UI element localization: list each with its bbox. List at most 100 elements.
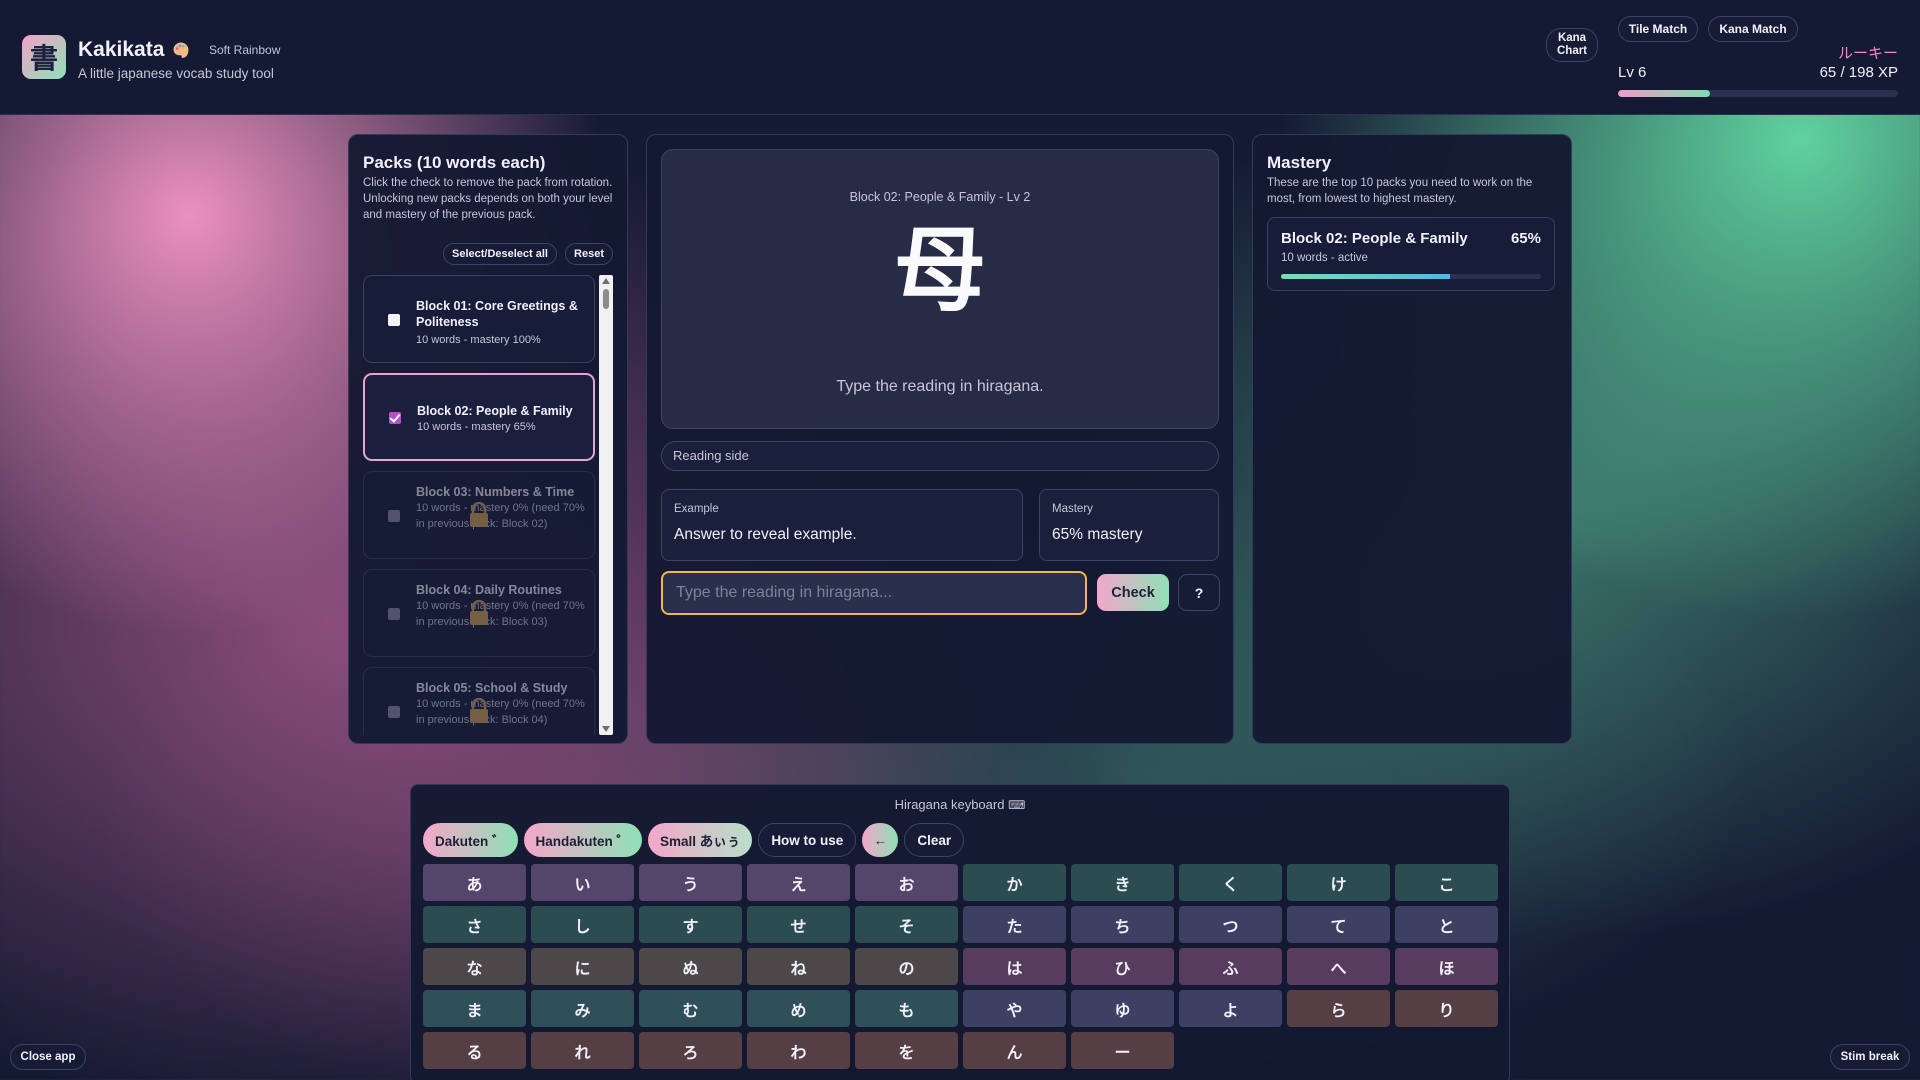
mastery-item-progress-fill (1281, 274, 1450, 279)
rank-label: ルーキー (1837, 45, 1898, 62)
pack-list[interactable]: Block 01: Core Greetings & Politeness 10… (363, 275, 595, 735)
pack-name: Block 05: School & Study (416, 681, 568, 695)
dakuten-button[interactable]: Dakuten ゛ (423, 823, 518, 857)
kana-key[interactable]: も (855, 990, 958, 1027)
pack-name: Block 02: People & Family (417, 404, 573, 418)
kana-key[interactable]: め (747, 990, 850, 1027)
xp-label: 65 / 198 XP (1819, 64, 1898, 81)
kana-key[interactable]: ま (423, 990, 526, 1027)
flash-card: Block 02: People & Family - Lv 2 母 Type … (661, 149, 1219, 429)
kana-key[interactable]: あ (423, 864, 526, 901)
help-button[interactable]: ? (1178, 574, 1220, 611)
kana-key[interactable]: る (423, 1032, 526, 1069)
pack-checkbox[interactable] (388, 314, 400, 326)
kana-key[interactable]: ゆ (1071, 990, 1174, 1027)
reset-button[interactable]: Reset (565, 243, 613, 265)
kana-key[interactable]: し (531, 906, 634, 943)
small-kana-button[interactable]: Small あぃぅ (648, 823, 753, 857)
kana-key[interactable]: そ (855, 906, 958, 943)
how-to-use-button[interactable]: How to use (758, 823, 857, 857)
backspace-button[interactable]: ← (862, 823, 899, 857)
kana-key[interactable]: む (639, 990, 742, 1027)
kana-key[interactable]: こ (1395, 864, 1498, 901)
palette-icon[interactable] (172, 41, 190, 59)
kana-key[interactable]: か (963, 864, 1066, 901)
scroll-down-arrow-icon[interactable] (602, 726, 610, 732)
kana-key[interactable]: い (531, 864, 634, 901)
kana-key[interactable]: け (1287, 864, 1390, 901)
kana-match-button[interactable]: Kana Match (1708, 16, 1798, 42)
pack-checkbox[interactable] (389, 412, 401, 424)
kana-chart-button[interactable]: Kana Chart (1546, 28, 1598, 62)
kana-key[interactable]: よ (1179, 990, 1282, 1027)
app-title: Kakikata (78, 38, 165, 61)
level-label: Lv 6 (1618, 64, 1647, 81)
kana-key[interactable]: さ (423, 906, 526, 943)
clear-button[interactable]: Clear (904, 823, 965, 857)
mastery-item-percent: 65% (1510, 230, 1541, 247)
stim-break-button[interactable]: Stim break (1830, 1044, 1910, 1070)
kana-key[interactable]: え (747, 864, 850, 901)
app-subtitle: A little japanese vocab study tool (78, 66, 274, 81)
kana-key[interactable]: に (531, 948, 634, 985)
kana-key[interactable]: て (1287, 906, 1390, 943)
study-panel: Block 02: People & Family - Lv 2 母 Type … (646, 134, 1234, 744)
keyboard-toolbar: Dakuten ゛ Handakuten ゜ Small あぃぅ How to … (423, 823, 965, 857)
mastery-description: These are the top 10 packs you need to w… (1267, 177, 1533, 205)
scroll-up-arrow-icon[interactable] (602, 278, 610, 284)
answer-input[interactable] (661, 571, 1087, 615)
kana-key[interactable]: ら (1287, 990, 1390, 1027)
pack-item-block-05: Block 05: School & Study 10 words - mast… (363, 667, 595, 735)
example-value: Answer to reveal example. (674, 526, 857, 543)
pack-list-scrollbar[interactable] (599, 275, 613, 735)
kana-key[interactable]: ほ (1395, 948, 1498, 985)
kana-key[interactable]: ね (747, 948, 850, 985)
close-app-button[interactable]: Close app (10, 1044, 86, 1070)
theme-name[interactable]: Soft Rainbow (209, 43, 280, 57)
kana-key[interactable]: へ (1287, 948, 1390, 985)
tile-match-button[interactable]: Tile Match (1618, 16, 1698, 42)
kana-key[interactable]: ん (963, 1032, 1066, 1069)
check-button[interactable]: Check (1097, 574, 1169, 611)
kana-key[interactable]: ち (1071, 906, 1174, 943)
kana-key[interactable]: は (963, 948, 1066, 985)
kana-key[interactable]: ひ (1071, 948, 1174, 985)
kana-key[interactable]: な (423, 948, 526, 985)
keyboard-title: Hiragana keyboard ⌨ (411, 797, 1509, 812)
kana-key[interactable]: せ (747, 906, 850, 943)
handakuten-button[interactable]: Handakuten ゜ (523, 823, 643, 857)
pack-item-block-02[interactable]: Block 02: People & Family 10 words - mas… (363, 373, 595, 461)
mastery-list-item: Block 02: People & Family 65% 10 words -… (1267, 217, 1555, 291)
packs-title: Packs (10 words each) (363, 153, 546, 172)
top-bar: 書 Kakikata Soft Rainbow A little japanes… (0, 0, 1920, 115)
kana-key[interactable]: り (1395, 990, 1498, 1027)
kana-key[interactable]: み (531, 990, 634, 1027)
pack-name: Block 01: Core Greetings & Politeness (416, 299, 578, 329)
kana-key[interactable]: の (855, 948, 958, 985)
kana-key[interactable]: わ (747, 1032, 850, 1069)
mastery-label: Mastery (1052, 503, 1093, 515)
xp-progress-fill (1618, 90, 1711, 97)
kana-key[interactable]: く (1179, 864, 1282, 901)
kana-key[interactable]: す (639, 906, 742, 943)
mastery-item-name: Block 02: People & Family (1281, 230, 1468, 247)
kana-key[interactable]: ふ (1179, 948, 1282, 985)
kana-key[interactable]: や (963, 990, 1066, 1027)
scroll-thumb[interactable] (603, 289, 609, 309)
kana-key[interactable]: ー (1071, 1032, 1174, 1069)
card-kanji: 母 (893, 216, 986, 324)
pack-item-block-01[interactable]: Block 01: Core Greetings & Politeness 10… (363, 275, 595, 363)
select-all-button[interactable]: Select/Deselect all (443, 243, 557, 265)
kana-key[interactable]: う (639, 864, 742, 901)
kana-key[interactable]: お (855, 864, 958, 901)
kana-key[interactable]: つ (1179, 906, 1282, 943)
mastery-box: Mastery 65% mastery (1039, 489, 1219, 561)
kana-key[interactable]: を (855, 1032, 958, 1069)
kana-key[interactable]: き (1071, 864, 1174, 901)
kana-key[interactable]: れ (531, 1032, 634, 1069)
kana-key[interactable]: ろ (639, 1032, 742, 1069)
kana-key[interactable]: ぬ (639, 948, 742, 985)
kana-key[interactable]: と (1395, 906, 1498, 943)
kana-key[interactable]: た (963, 906, 1066, 943)
packs-description: Click the check to remove the pack from … (363, 177, 613, 221)
